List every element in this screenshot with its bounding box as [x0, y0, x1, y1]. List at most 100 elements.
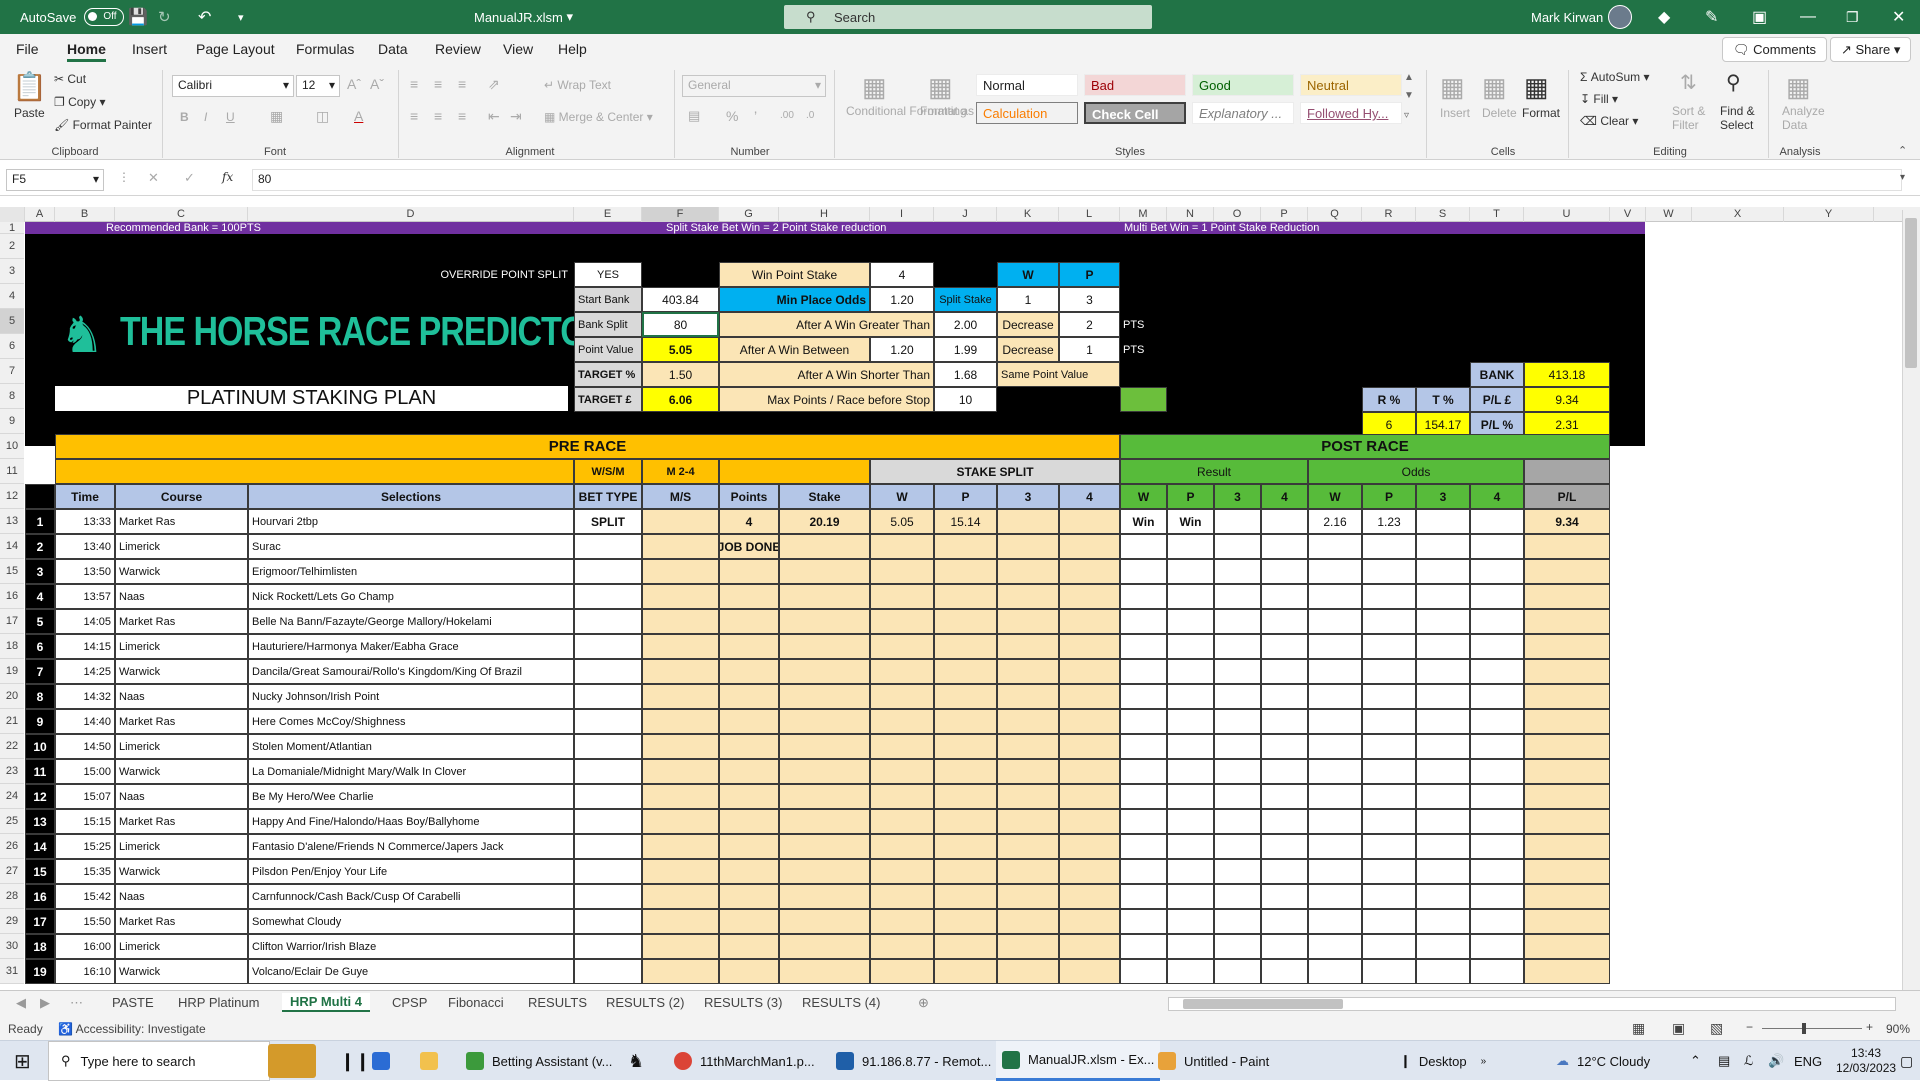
race-15-result-4-cell[interactable] [1261, 859, 1308, 884]
race-14-split-p-cell[interactable] [934, 834, 997, 859]
race-19-result-p-cell[interactable] [1167, 959, 1214, 984]
race-3-split-w-cell[interactable] [870, 559, 934, 584]
start-bank-value[interactable]: 403.84 [642, 287, 719, 312]
race-4-points-cell[interactable] [719, 584, 779, 609]
race-18-result-4-cell[interactable] [1261, 934, 1308, 959]
race-7-course-cell[interactable]: Warwick [115, 659, 248, 684]
race-2-course-cell[interactable]: Limerick [115, 534, 248, 559]
race-11-points-cell[interactable] [719, 759, 779, 784]
taskbar-desktop[interactable]: ❙ Desktop» [1400, 1041, 1486, 1081]
race-9-odds-4-cell[interactable] [1470, 709, 1524, 734]
race-19-time-cell[interactable]: 16:10 [55, 959, 115, 984]
decrease-value-1[interactable]: 2 [1059, 312, 1120, 337]
race-15-result-3-cell[interactable] [1214, 859, 1261, 884]
race-13-result-3-cell[interactable] [1214, 809, 1261, 834]
race-8-odds-p-cell[interactable] [1362, 684, 1416, 709]
race-16-odds-p-cell[interactable] [1362, 884, 1416, 909]
race-3-stake-cell[interactable] [779, 559, 870, 584]
race-14-selections-cell[interactable]: Fantasio D'alene/Friends N Commerce/Jape… [248, 834, 574, 859]
race-15-course-cell[interactable]: Warwick [115, 859, 248, 884]
menu-help[interactable]: Help [558, 41, 587, 57]
row-header-8[interactable]: 8 [0, 384, 24, 409]
race-11-split-w-cell[interactable] [870, 759, 934, 784]
row-header-21[interactable]: 21 [0, 709, 24, 734]
ribbon-display-icon[interactable]: ▣ [1752, 0, 1767, 34]
column-header-q[interactable]: Q [1308, 207, 1362, 222]
autosum-button[interactable]: Σ AutoSum ▾ [1580, 70, 1649, 84]
style-bad[interactable]: Bad [1084, 74, 1186, 96]
menu-view[interactable]: View [503, 41, 533, 57]
weather-widget[interactable]: ☁ 12°C Cloudy [1556, 1041, 1650, 1081]
decrease-value-2[interactable]: 1 [1059, 337, 1120, 362]
race-19-odds-4-cell[interactable] [1470, 959, 1524, 984]
race-2-bet-type-cell[interactable] [574, 534, 642, 559]
min-place-odds-value[interactable]: 1.20 [870, 287, 934, 312]
race-7-split-4-cell[interactable] [1059, 659, 1120, 684]
bold-icon[interactable]: B [180, 110, 189, 124]
race-9-points-cell[interactable] [719, 709, 779, 734]
comments-button[interactable]: 🗨 Comments [1722, 37, 1827, 62]
taskbar-paint[interactable]: Untitled - Paint [1158, 1041, 1269, 1081]
race-16-pl-cell[interactable] [1524, 884, 1610, 909]
race-17-odds-3-cell[interactable] [1416, 909, 1470, 934]
menu-home[interactable]: Home [67, 41, 106, 62]
race-6-odds-4-cell[interactable] [1470, 634, 1524, 659]
row-header-10[interactable]: 10 [0, 434, 24, 459]
race-12-result-p-cell[interactable] [1167, 784, 1214, 809]
tab-fibonacci[interactable]: Fibonacci [448, 995, 504, 1010]
column-header-d[interactable]: D [248, 207, 574, 222]
race-4-odds-w-cell[interactable] [1308, 584, 1362, 609]
page-layout-icon[interactable]: ▣ [1672, 1020, 1685, 1037]
race-6-split-3-cell[interactable] [997, 634, 1059, 659]
race-8-bet-type-cell[interactable] [574, 684, 642, 709]
race-8-odds-w-cell[interactable] [1308, 684, 1362, 709]
race-19-pl-cell[interactable] [1524, 959, 1610, 984]
race-15-time-cell[interactable]: 15:35 [55, 859, 115, 884]
paste-icon[interactable]: 📋 [12, 70, 47, 103]
race-10-course-cell[interactable]: Limerick [115, 734, 248, 759]
taskbar-search[interactable]: ⚲ Type here to search [48, 1041, 270, 1081]
race-6-odds-3-cell[interactable] [1416, 634, 1470, 659]
save-icon[interactable]: 💾 [128, 0, 148, 34]
after-win-between-high[interactable]: 1.99 [934, 337, 997, 362]
row-header-26[interactable]: 26 [0, 834, 24, 859]
column-header-n[interactable]: N [1167, 207, 1214, 222]
undo-icon[interactable]: ↶ [198, 0, 211, 34]
race-1-course-cell[interactable]: Market Ras [115, 509, 248, 534]
race-16-course-cell[interactable]: Naas [115, 884, 248, 909]
file-name[interactable]: ManualJR.xlsm ▾ [474, 0, 573, 34]
race-10-selections-cell[interactable]: Stolen Moment/Atlantian [248, 734, 574, 759]
race-12-points-cell[interactable] [719, 784, 779, 809]
race-5-odds-3-cell[interactable] [1416, 609, 1470, 634]
race-1-split-p-cell[interactable]: 15.14 [934, 509, 997, 534]
row-header-1[interactable]: 1 [0, 222, 24, 234]
after-win-between-low[interactable]: 1.20 [870, 337, 934, 362]
zoom-level[interactable]: 90% [1886, 1022, 1910, 1036]
race-12-split-w-cell[interactable] [870, 784, 934, 809]
race-12-split-4-cell[interactable] [1059, 784, 1120, 809]
column-header-h[interactable]: H [779, 207, 870, 222]
row-header-16[interactable]: 16 [0, 584, 24, 609]
target-pct-value[interactable]: 1.50 [642, 362, 719, 387]
race-2-selections-cell[interactable]: Surac [248, 534, 574, 559]
insert-cells-icon[interactable]: ▦ [1440, 72, 1465, 103]
horizontal-scrollbar[interactable] [1168, 997, 1896, 1011]
race-7-result-4-cell[interactable] [1261, 659, 1308, 684]
race-1-odds-p-cell[interactable]: 1.23 [1362, 509, 1416, 534]
maximize-icon[interactable]: ❐ [1846, 0, 1859, 34]
race-4-split-w-cell[interactable] [870, 584, 934, 609]
menu-review[interactable]: Review [435, 41, 481, 57]
race-4-course-cell[interactable]: Naas [115, 584, 248, 609]
row-header-15[interactable]: 15 [0, 559, 24, 584]
accessibility-status[interactable]: ♿ Accessibility: Investigate [58, 1022, 206, 1036]
bank-value[interactable]: 413.18 [1524, 362, 1610, 387]
race-18-odds-3-cell[interactable] [1416, 934, 1470, 959]
race-12-result-4-cell[interactable] [1261, 784, 1308, 809]
style-explanatory[interactable]: Explanatory ... [1192, 102, 1294, 124]
race-4-pl-cell[interactable] [1524, 584, 1610, 609]
race-5-split-p-cell[interactable] [934, 609, 997, 634]
race-12-time-cell[interactable]: 15:07 [55, 784, 115, 809]
race-19-odds-3-cell[interactable] [1416, 959, 1470, 984]
race-1-odds-4-cell[interactable] [1470, 509, 1524, 534]
row-header-20[interactable]: 20 [0, 684, 24, 709]
